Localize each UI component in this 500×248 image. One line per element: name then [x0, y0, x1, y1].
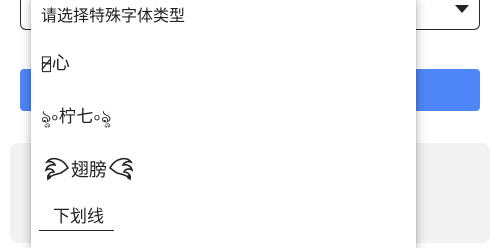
option-underline-style[interactable]: 下划线: [39, 202, 114, 231]
dropdown-header-option[interactable]: 请选择特殊字体类型: [41, 2, 185, 26]
option-heart-style[interactable]: 带̷̴̷心: [41, 49, 70, 75]
right-wing-icon: [108, 157, 134, 181]
left-wing-icon: [44, 157, 70, 181]
option-lemon-style[interactable]: ৡ৹柠七৹ৡ: [41, 102, 112, 132]
dropdown-arrow-icon[interactable]: [455, 5, 469, 13]
option-wing-label: 翅膀: [71, 160, 107, 181]
option-wing-style[interactable]: 翅膀: [41, 154, 137, 184]
font-type-dropdown-menu: 请选择特殊字体类型 带̷̴̷心 ৡ৹柠七৹ৡ 翅膀 下划线: [31, 0, 416, 248]
